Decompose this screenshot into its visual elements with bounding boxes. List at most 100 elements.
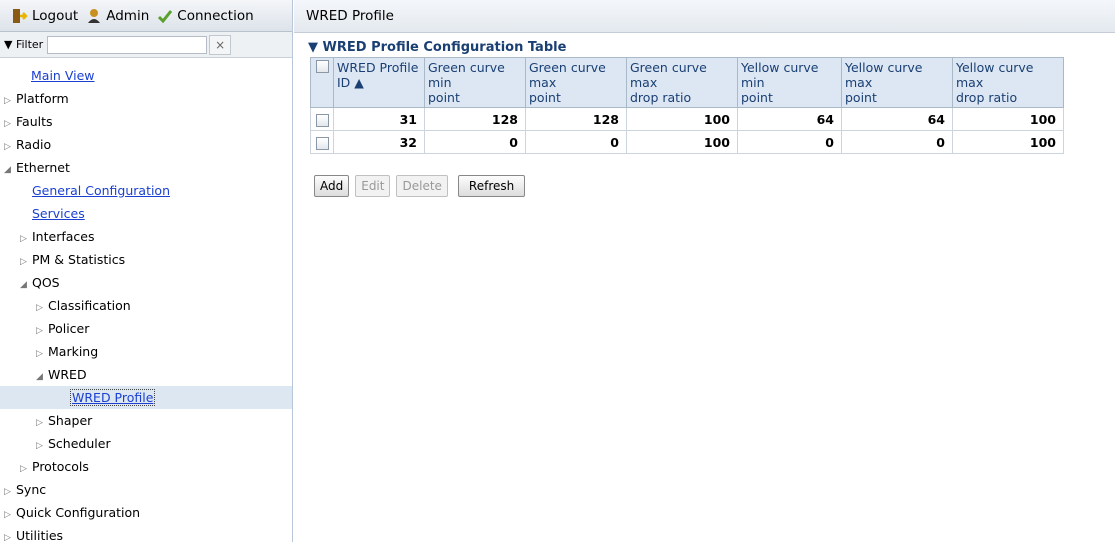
cell-green-max: 128	[525, 107, 627, 131]
select-all-cell	[310, 57, 334, 108]
collapse-arrow-icon[interactable]: ◢	[20, 274, 32, 297]
tree-item-label: Quick Configuration	[16, 505, 141, 520]
cell-green-drop: 100	[626, 107, 738, 131]
cell-yellow-min: 0	[737, 130, 842, 154]
tree-item-platform[interactable]: ▷ Platform	[0, 87, 292, 110]
row-checkbox-cell	[310, 107, 334, 131]
tree-item-label: Interfaces	[32, 229, 95, 244]
select-all-checkbox[interactable]	[315, 60, 329, 73]
filter-toggle[interactable]: ▼ Filter	[4, 38, 43, 51]
tree-item-label: Classification	[48, 298, 131, 313]
cell-yellow-min: 64	[737, 107, 842, 131]
table-row[interactable]: 31 128 128 100 64 64 100	[310, 107, 1064, 131]
table-header-row: WRED Profile ID ▲ Green curve min point Gr…	[310, 57, 1064, 108]
add-button[interactable]: Add	[314, 175, 350, 197]
tree-item-pm-statistics[interactable]: ▷ PM & Statistics	[0, 248, 292, 271]
tree-item-label: Policer	[48, 321, 90, 336]
table-row[interactable]: 32 0 0 100 0 0 100	[310, 130, 1064, 154]
tree-item-label: Utilities	[16, 528, 64, 543]
tree-item-quick-configuration[interactable]: ▷ Quick Configuration	[0, 501, 292, 524]
tree-item-classification[interactable]: ▷ Classification	[0, 294, 292, 317]
user-icon	[88, 8, 101, 23]
tree-item-services[interactable]: Services	[0, 202, 292, 225]
row-checkbox[interactable]	[315, 136, 329, 150]
filter-input[interactable]	[47, 35, 208, 54]
tree-item-label: Marking	[48, 344, 99, 359]
tree-item-label[interactable]: WRED Profile	[70, 389, 156, 406]
navigation-tree: Main View ▷ Platform ▷ Faults ▷ Radio ◢ Ethernet…	[0, 64, 292, 547]
tree-item-label: Protocols	[32, 459, 89, 474]
tree-item-label: Platform	[16, 91, 69, 106]
cell-yellow-max: 0	[841, 130, 953, 154]
clear-filter-button[interactable]: ×	[209, 34, 232, 55]
tree-item-wred[interactable]: ◢ WRED	[0, 363, 292, 386]
col-header-green-min[interactable]: Green curve min point	[424, 57, 526, 108]
table-actions: Add Edit Delete Refresh	[314, 175, 526, 197]
tree-item-policer[interactable]: ▷ Policer	[0, 317, 292, 340]
tree-item-marking[interactable]: ▷ Marking	[0, 340, 292, 363]
tree-item-label: Sync	[16, 482, 47, 497]
col-header-yellow-max[interactable]: Yellow curve max point	[841, 57, 953, 108]
tree-item-scheduler[interactable]: ▷ Scheduler	[0, 432, 292, 455]
tree-item-label[interactable]: Main View	[31, 68, 94, 83]
row-checkbox[interactable]	[315, 113, 329, 127]
refresh-button[interactable]: Refresh	[457, 175, 526, 197]
cell-green-max: 0	[525, 130, 627, 154]
tree-item-label: Scheduler	[48, 436, 111, 451]
connection-label: Connection	[177, 7, 254, 24]
tree-item-faults[interactable]: ▷ Faults	[0, 110, 292, 133]
logout-button[interactable]: Logout	[12, 8, 78, 24]
col-header-green-drop[interactable]: Green curve max drop ratio	[626, 57, 738, 108]
cell-green-min: 128	[424, 107, 526, 131]
col-header-yellow-min[interactable]: Yellow curve min point	[737, 57, 842, 108]
tree-item-interfaces[interactable]: ▷ Interfaces	[0, 225, 292, 248]
cell-yellow-drop: 100	[952, 130, 1064, 154]
col-header-profile-id[interactable]: WRED Profile ID ▲	[333, 57, 425, 108]
tree-item-wred-profile[interactable]: WRED Profile	[0, 386, 292, 409]
tree-item-label[interactable]: Services	[32, 206, 85, 221]
checkmark-icon	[158, 9, 173, 23]
page-title: WRED Profile	[294, 0, 1115, 33]
row-checkbox-cell	[310, 130, 334, 154]
tree-item-sync[interactable]: ▷ Sync	[0, 478, 292, 501]
tree-item-label[interactable]: General Configuration	[32, 183, 170, 198]
logout-icon	[13, 8, 28, 23]
edit-button[interactable]: Edit	[355, 175, 391, 197]
tree-item-label: PM & Statistics	[32, 252, 126, 267]
top-toolbar: Logout Admin Connection	[0, 0, 292, 32]
tree-item-protocols[interactable]: ▷ Protocols	[0, 455, 292, 478]
cell-profile-id: 31	[333, 107, 425, 131]
wred-profile-table: WRED Profile ID ▲ Green curve min point Gr…	[310, 57, 1064, 154]
col-header-green-max[interactable]: Green curve max point	[525, 57, 627, 108]
main-content: WRED Profile ▼ WRED Profile Configuratio…	[294, 0, 1115, 542]
admin-button[interactable]: Admin	[86, 8, 149, 24]
tree-item-label: Radio	[16, 137, 52, 152]
col-header-yellow-drop[interactable]: Yellow curve max drop ratio	[952, 57, 1064, 108]
tree-item-label: WRED	[48, 367, 87, 382]
logout-label: Logout	[32, 7, 79, 24]
close-icon: ×	[215, 37, 226, 52]
tree-item-qos[interactable]: ◢ QOS	[0, 271, 292, 294]
tree-item-label: QOS	[32, 275, 60, 290]
cell-green-min: 0	[424, 130, 526, 154]
filter-bar: ▼ Filter ×	[0, 32, 292, 58]
tree-item-radio[interactable]: ▷ Radio	[0, 133, 292, 156]
cell-green-drop: 100	[626, 130, 738, 154]
navigation-panel: Logout Admin Connection ▼ Filter × Main …	[0, 0, 293, 543]
section-title[interactable]: ▼ WRED Profile Configuration Table	[308, 40, 1115, 55]
admin-label: Admin	[106, 7, 150, 24]
collapse-arrow-icon[interactable]: ◢	[4, 159, 16, 182]
collapse-arrow-icon[interactable]: ◢	[36, 366, 48, 389]
tree-item-utilities[interactable]: ▷ Utilities	[0, 524, 292, 547]
tree-item-label: Faults	[16, 114, 53, 129]
connection-button[interactable]: Connection	[157, 7, 254, 24]
tree-item-label: Shaper	[48, 413, 93, 428]
tree-item-ethernet[interactable]: ◢ Ethernet	[0, 156, 292, 179]
tree-item-general-configuration[interactable]: General Configuration	[0, 179, 292, 202]
cell-yellow-max: 64	[841, 107, 953, 131]
delete-button[interactable]: Delete	[396, 175, 448, 197]
cell-yellow-drop: 100	[952, 107, 1064, 131]
tree-item-shaper[interactable]: ▷ Shaper	[0, 409, 292, 432]
tree-item-main-view[interactable]: Main View	[0, 64, 292, 87]
expand-arrow-icon[interactable]: ▷	[4, 527, 16, 550]
